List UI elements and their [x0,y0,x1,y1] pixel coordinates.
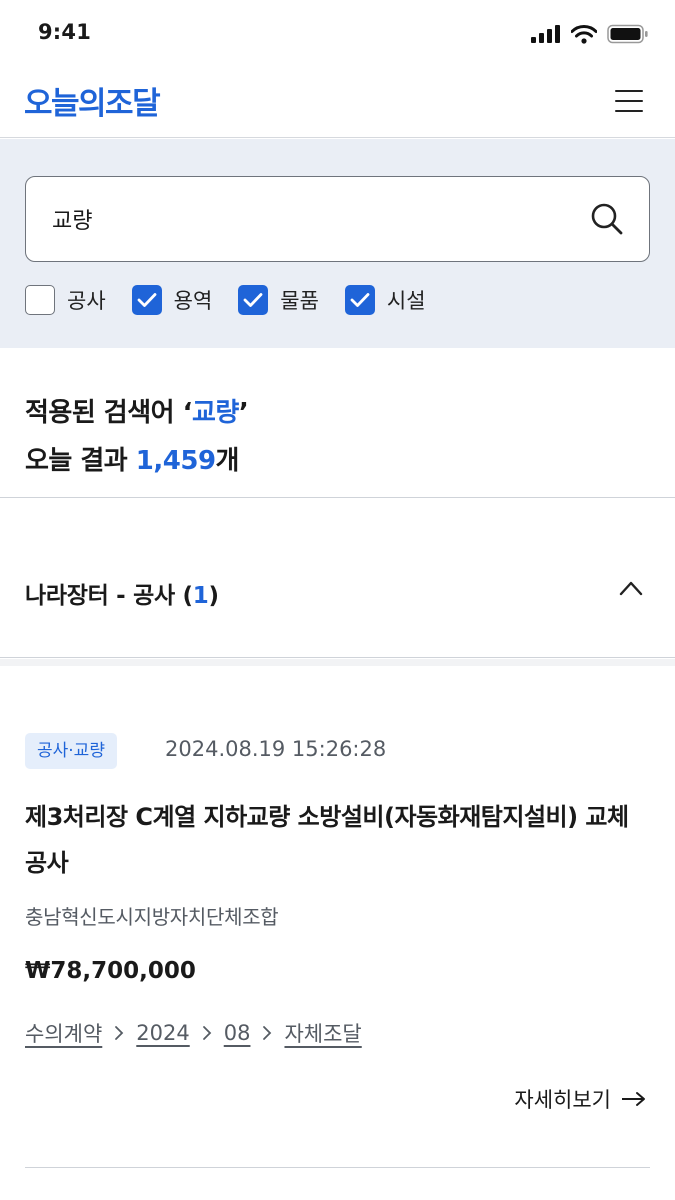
applied-keyword-line: 적용된 검색어 ‘교량’ [25,392,249,429]
battery-icon [607,24,648,44]
app-header: 오늘의조달 [0,68,675,138]
brand-logo[interactable]: 오늘의조달 [24,78,161,123]
breadcrumb-year[interactable]: 2024 [136,1021,189,1045]
view-details-label: 자세히보기 [514,1088,611,1112]
chevron-right-icon [202,1026,212,1040]
breadcrumb: 수의계약 2024 08 자체조달 [25,1018,362,1048]
view-details-link[interactable]: 자세히보기 [514,1084,647,1114]
filter-construction[interactable]: 공사 [25,285,106,315]
checkmark-icon [243,293,263,307]
section-count: 1 [192,583,209,609]
chevron-right-icon [115,1026,124,1040]
arrow-right-icon [622,1092,645,1106]
card-title[interactable]: 제3처리장 C계열 지하교량 소방설비(자동화재탐지설비) 교체공사 [25,794,650,886]
search-panel: 공사 용역 물품 시설 [0,139,675,348]
filter-label: 시설 [386,289,426,313]
breadcrumb-contract-type[interactable]: 수의계약 [25,1018,102,1048]
section-title-prefix: 나라장터 - 공사 ( [25,583,193,609]
filter-label: 물품 [280,289,319,313]
wifi-icon [571,24,597,44]
section-header-nara-construction[interactable]: 나라장터 - 공사 (1) [0,498,675,658]
chevron-up-icon[interactable] [619,580,643,596]
filter-goods[interactable]: 물품 [238,285,319,315]
applied-keyword: 교량 [192,398,239,428]
filter-service[interactable]: 용역 [131,285,213,315]
cellular-signal-icon [531,25,560,43]
card-divider [25,1167,650,1168]
status-icons [531,24,649,44]
chevron-right-icon [263,1026,272,1040]
status-bar: 9:41 [0,0,675,68]
search-box [25,176,650,262]
filter-label: 용역 [173,289,213,313]
checkmark-icon [137,293,157,307]
agency-name: 충남혁신도시지방자치단체조합 [25,905,279,929]
status-time: 9:41 [38,20,92,44]
result-card: 공사·교량 2024.08.19 15:26:28 제3처리장 C계열 지하교량… [0,666,675,1168]
checkbox-construction[interactable] [25,285,55,315]
posted-date: 2024.08.19 15:26:28 [165,737,387,761]
section-title: 나라장터 - 공사 (1) [25,576,219,610]
open-quote: ‘ [182,398,193,428]
search-icon[interactable] [589,201,625,237]
card-price: ₩78,700,000 [25,958,196,984]
result-count-suffix: 개 [215,446,240,476]
category-filters: 공사 용역 물품 시설 [25,285,452,315]
filter-label: 공사 [67,289,106,313]
today-result-line: 오늘 결과 1,459개 [25,440,239,477]
checkbox-facility[interactable] [344,285,375,315]
close-quote: ’ [238,398,249,428]
breadcrumb-month[interactable]: 08 [224,1021,251,1045]
result-count: 1,459 [135,446,216,476]
breadcrumb-procurement-type[interactable]: 자체조달 [284,1018,361,1048]
today-result-prefix: 오늘 결과 [25,446,136,476]
divider [0,659,675,666]
category-tag: 공사·교량 [25,733,117,769]
search-input[interactable] [52,197,572,241]
checkbox-service[interactable] [131,285,162,315]
applied-keyword-prefix: 적용된 검색어 [25,398,183,428]
checkbox-goods[interactable] [238,285,269,315]
hamburger-menu-icon[interactable] [615,90,645,114]
result-summary: 적용된 검색어 ‘교량’ 오늘 결과 1,459개 [0,348,675,498]
checkmark-icon [350,293,370,307]
section-title-suffix: ) [208,583,219,609]
filter-facility[interactable]: 시설 [344,285,426,315]
